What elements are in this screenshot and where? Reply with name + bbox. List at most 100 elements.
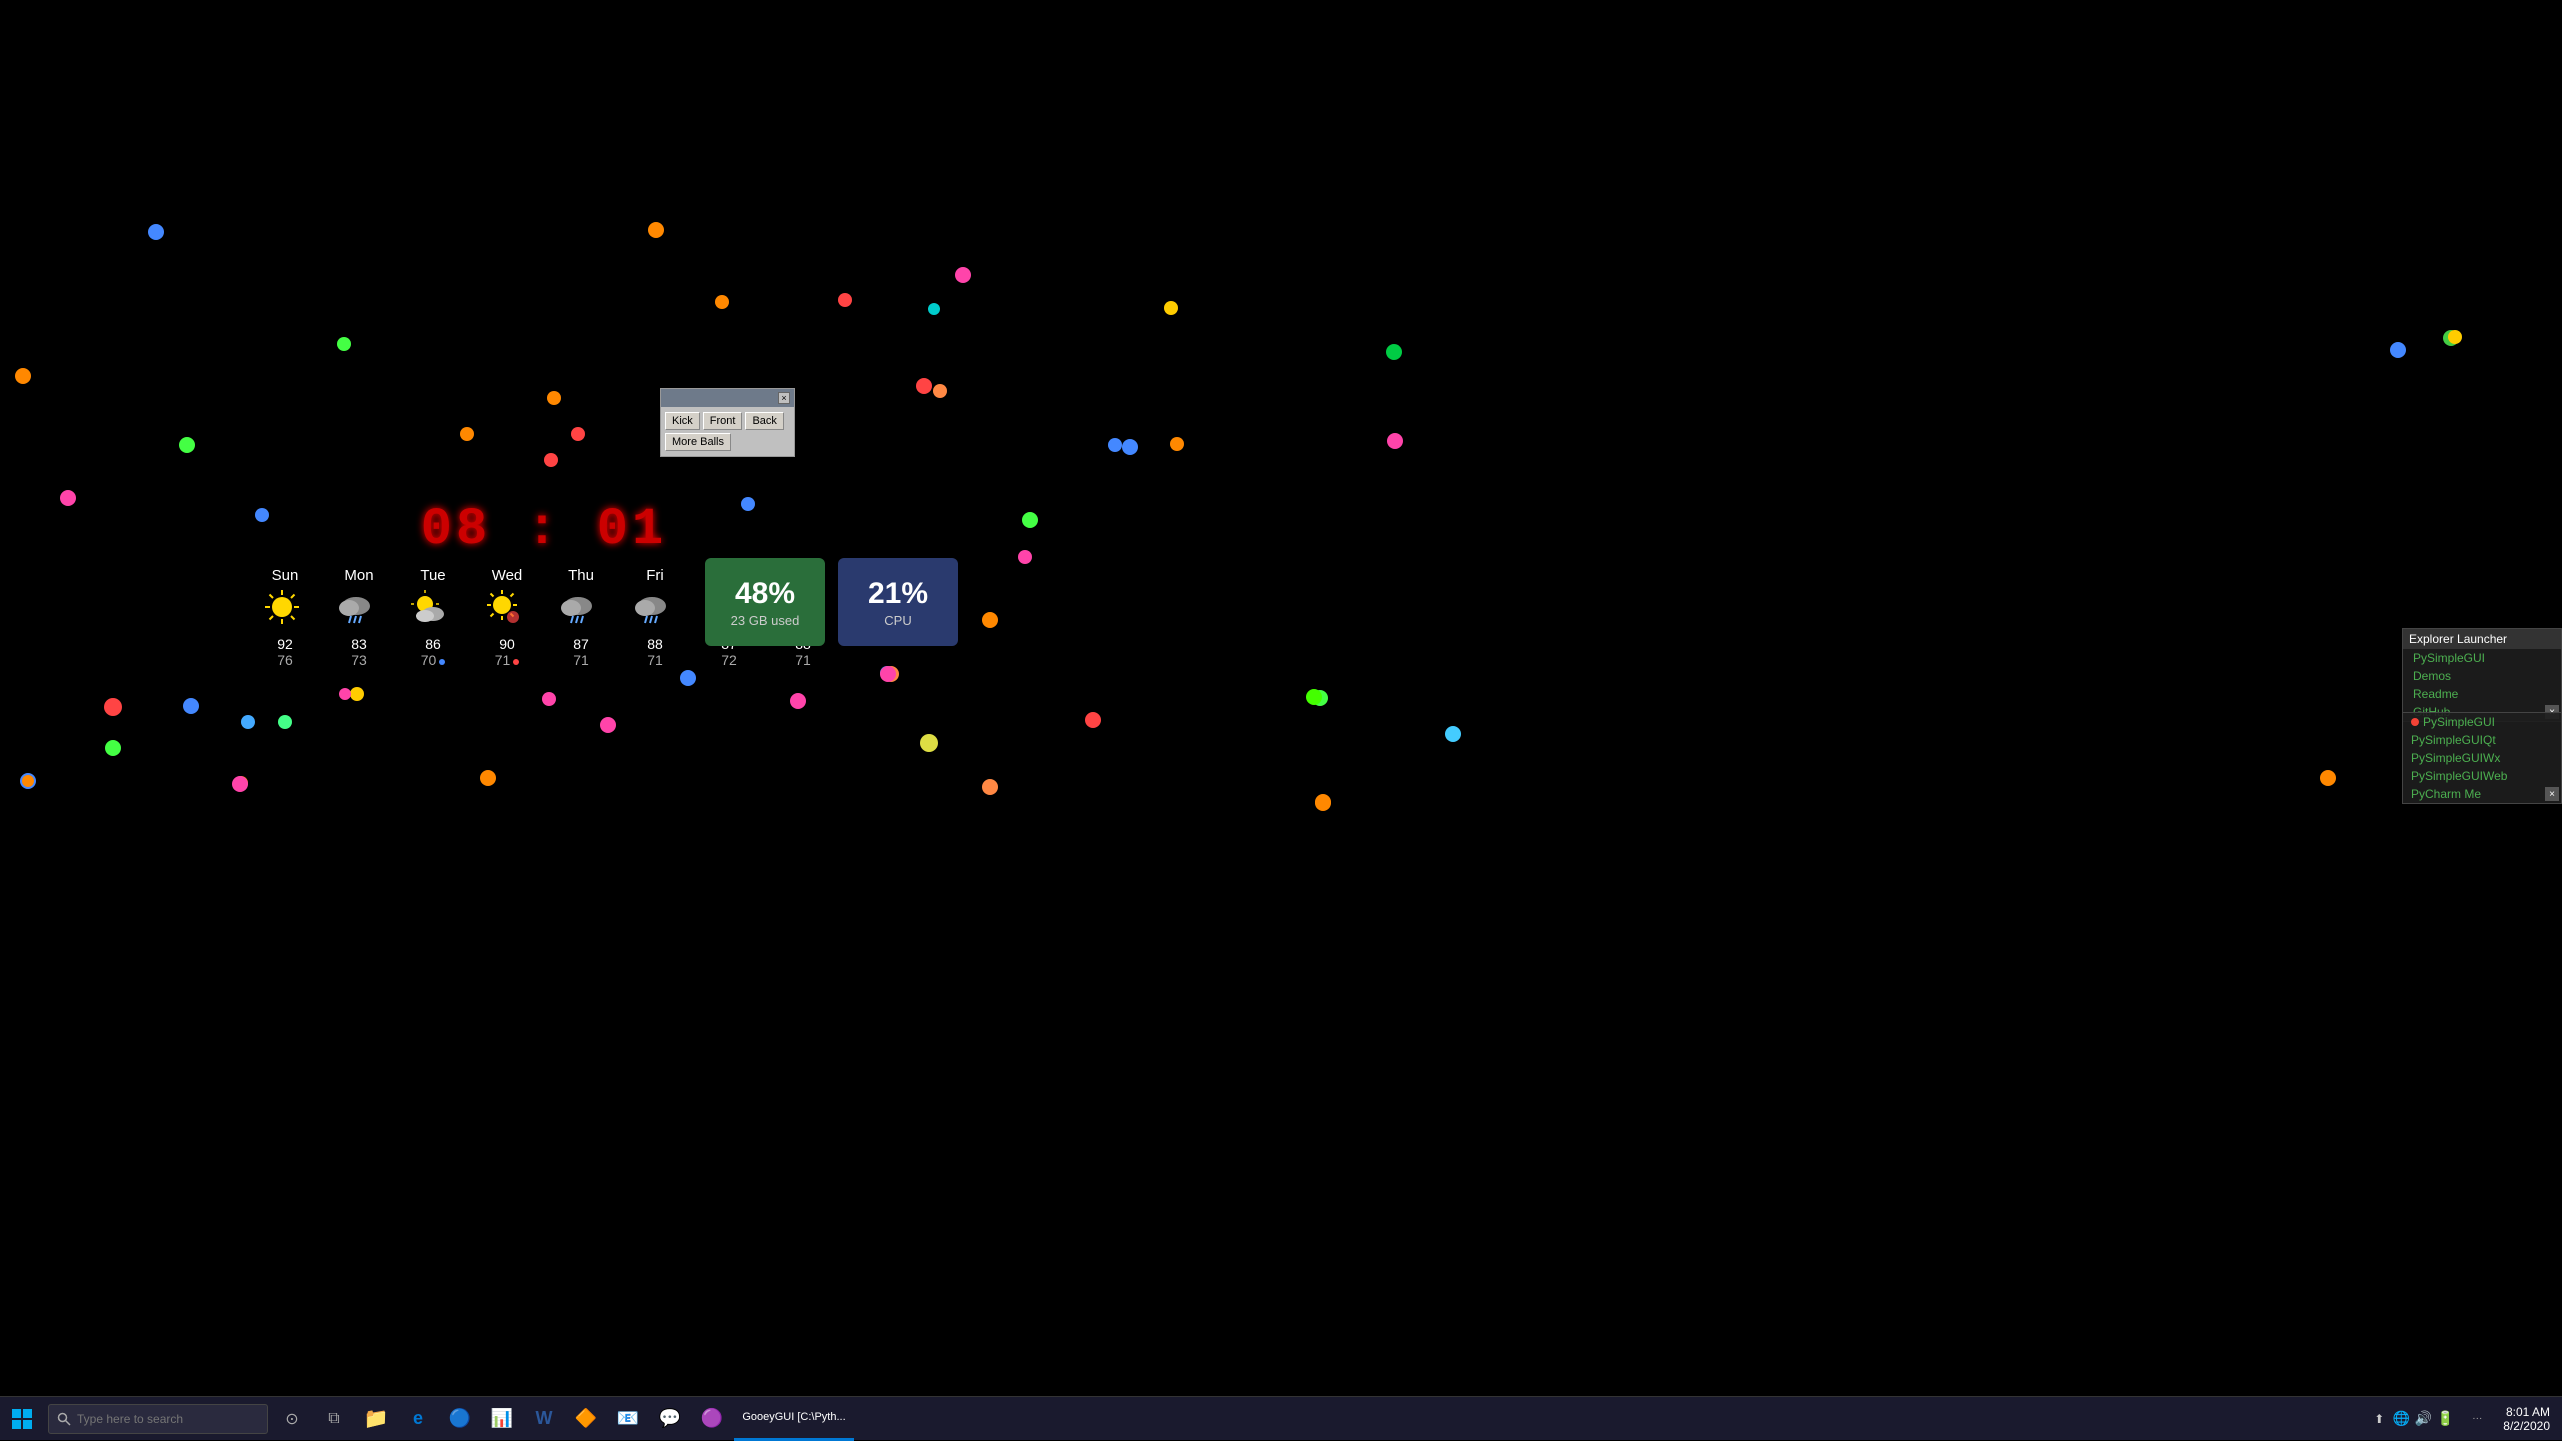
weather-lo-temp: 71 [573,652,589,668]
taskbar-icon-cortana[interactable]: ⊙ [272,1397,312,1441]
taskbar: ⊙ ⧉ 📁 e 🔵 📊 W 🔶 📧 💬 🟣 GooeyGUI [C:\Pyth.… [0,1396,2562,1440]
weather-hi-temp: 83 [351,636,367,652]
ball [547,391,561,405]
weather-day-icon [411,588,455,632]
ball [183,698,199,714]
ball [1170,437,1184,451]
tray-icon-battery[interactable]: 🔋 [2435,1397,2455,1441]
ball [337,337,351,351]
taskbar-icon-multitask[interactable]: ⧉ [314,1397,354,1441]
ball [1122,439,1138,455]
taskbar-icon-app4[interactable]: 📧 [608,1397,648,1441]
ball [104,698,122,716]
ram-widget: 48% 23 GB used [705,558,825,646]
explorer-launcher-item[interactable]: Demos [2403,667,2561,685]
weather-day: Sun 92 76 [248,567,322,668]
ball [542,692,556,706]
ball [2320,770,2336,786]
ball [600,717,616,733]
ball [880,666,896,682]
popup-buttons-area: Kick Front Back More Balls [661,407,794,456]
ball [920,734,938,752]
ball [339,688,351,700]
tray-icon-network[interactable]: 🌐 [2391,1397,2411,1441]
taskbar-icon-app6[interactable]: 🟣 [692,1397,732,1441]
explorer-launcher2-item[interactable]: PyCharm Me [2403,785,2561,803]
taskbar-icon-edge[interactable]: e [398,1397,438,1441]
ball [460,427,474,441]
taskbar-icon-app1[interactable]: 🔵 [440,1397,480,1441]
ball [933,384,947,398]
ball [232,776,248,792]
ball [648,222,664,238]
popup-window: × Kick Front Back More Balls [660,388,795,457]
system-tray: ⬆ 🌐 🔊 🔋 ··· 8:01 AM 8/2/2020 [2369,1397,2562,1441]
taskbar-icon-app3[interactable]: 🔶 [566,1397,606,1441]
explorer-launcher-1: Explorer Launcher PySimpleGUIDemosReadme… [2402,628,2562,722]
taskbar-icon-explorer[interactable]: 📁 [356,1397,396,1441]
weather-day: Tue 86 70 [396,567,470,668]
explorer-close-2[interactable]: × [2545,787,2559,801]
ball [148,224,164,240]
taskbar-search-box[interactable] [48,1404,268,1434]
weather-day-icon [263,588,307,632]
explorer-launcher-item[interactable]: Readme [2403,685,2561,703]
kick-button[interactable]: Kick [665,412,700,430]
explorer-launcher2-item[interactable]: PySimpleGUI [2403,713,2561,731]
ram-label: 23 GB used [731,613,800,628]
ball [1445,726,1461,742]
ball [544,453,558,467]
ball [15,368,31,384]
ball [1022,512,1038,528]
ball [278,715,292,729]
ball [22,775,34,787]
ball [916,378,932,394]
explorer-launcher2-item[interactable]: PySimpleGUIQt [2403,731,2561,749]
clock-display: 08 : 01 [248,500,840,559]
explorer2-items: PySimpleGUIPySimpleGUIQtPySimpleGUIWxPyS… [2403,713,2561,803]
explorer-launcher-title: Explorer Launcher [2403,629,2561,649]
tray-icon-1[interactable]: ⬆ [2369,1397,2389,1441]
search-input[interactable] [77,1412,237,1426]
weather-hi-temp: 88 [647,636,663,652]
ball [105,740,121,756]
ball [1108,438,1122,452]
weather-hi-temp: 90 [499,636,515,652]
back-button[interactable]: Back [745,412,783,430]
taskbar-icon-app2[interactable]: 📊 [482,1397,522,1441]
explorer-launcher-item[interactable]: PySimpleGUI [2403,649,2561,667]
ball [1085,712,1101,728]
ball [838,293,852,307]
search-icon [57,1412,71,1426]
ball [179,437,195,453]
weather-lo-temp: 73 [351,652,367,668]
tray-icon-volume[interactable]: 🔊 [2413,1397,2433,1441]
explorer-launcher2-item[interactable]: PySimpleGUIWx [2403,749,2561,767]
ball [982,612,998,628]
start-button[interactable] [0,1397,44,1441]
tray-icons-more[interactable]: ··· [2457,1397,2497,1441]
explorer-launcher-2: PySimpleGUIPySimpleGUIQtPySimpleGUIWxPyS… [2402,712,2562,804]
tray-date-value: 8/2/2020 [2503,1419,2550,1433]
tray-clock[interactable]: 8:01 AM 8/2/2020 [2503,1405,2554,1433]
weather-lo-temp: 72 [721,652,737,668]
ball [571,427,585,441]
weather-day-icon [633,588,677,632]
weather-lo-temp: 76 [277,652,293,668]
more-balls-button[interactable]: More Balls [665,433,731,451]
taskbar-icon-word[interactable]: W [524,1397,564,1441]
explorer-launcher2-item[interactable]: PySimpleGUIWeb [2403,767,2561,785]
weather-day: Wed 90 71 [470,567,544,668]
front-button[interactable]: Front [703,412,743,430]
ball [1306,689,1322,705]
taskbar-active-window[interactable]: GooeyGUI [C:\Pyth... [734,1397,854,1441]
popup-close-button[interactable]: × [778,392,790,404]
ball [982,779,998,795]
weather-day-icon [485,588,529,632]
ball [1164,301,1178,315]
ball [241,715,255,729]
cpu-percent: 21% [868,577,928,611]
windows-logo-icon [12,1409,32,1429]
weather-day: Mon 83 73 [322,567,396,668]
taskbar-icon-app5[interactable]: 💬 [650,1397,690,1441]
